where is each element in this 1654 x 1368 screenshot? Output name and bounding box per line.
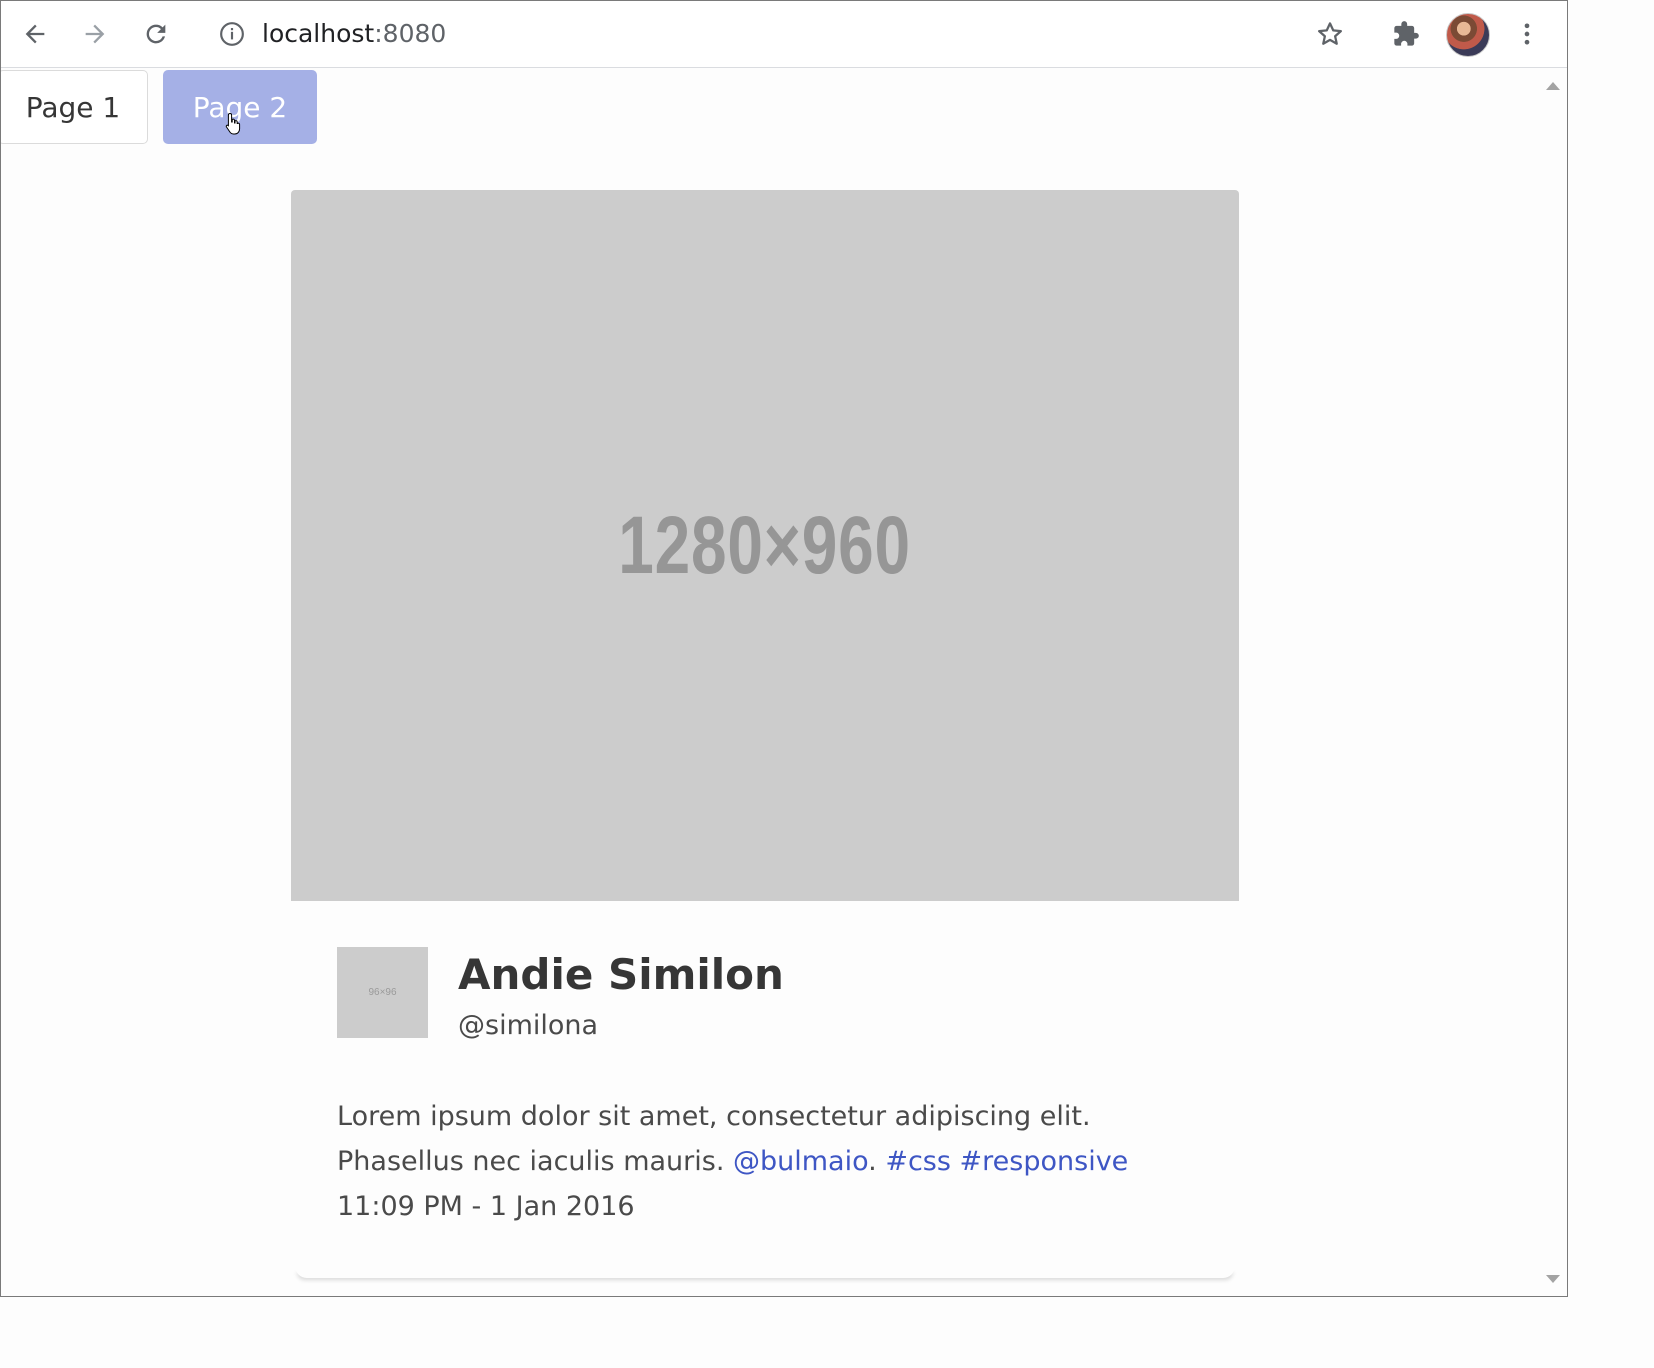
card-image-placeholder: 1280×960 xyxy=(291,190,1239,901)
mention-link[interactable]: @bulmaio xyxy=(733,1146,868,1177)
post-content: Lorem ipsum dolor sit amet, consectetur … xyxy=(337,1094,1197,1229)
reload-icon[interactable] xyxy=(136,14,176,54)
forward-arrow-icon[interactable] xyxy=(75,14,115,54)
post-timestamp: 11:09 PM - 1 Jan 2016 xyxy=(337,1191,635,1222)
card-image-label: 1280×960 xyxy=(618,499,912,591)
avatar-label: 96×96 xyxy=(368,987,397,998)
user-handle: @similona xyxy=(458,1010,599,1041)
scroll-up-arrow[interactable] xyxy=(1546,82,1560,90)
back-arrow-icon[interactable] xyxy=(15,14,55,54)
scroll-down-arrow[interactable] xyxy=(1546,1275,1560,1283)
user-name: Andie Similon xyxy=(458,950,784,999)
user-avatar-placeholder: 96×96 xyxy=(337,947,428,1038)
post-card: 1280×960 96×96 Andie Similon @similona L… xyxy=(291,190,1239,1222)
mention-period: . xyxy=(868,1146,877,1177)
hand-cursor-icon xyxy=(225,112,241,135)
more-vert-icon[interactable] xyxy=(1507,14,1547,54)
address-bar[interactable]: localhost:8080 xyxy=(262,16,446,52)
hashtag-link-responsive[interactable]: #responsive xyxy=(960,1146,1129,1177)
hashtag-link-css[interactable]: #css xyxy=(885,1146,951,1177)
card-bottom-edge xyxy=(295,1266,1235,1278)
profile-avatar[interactable] xyxy=(1446,13,1490,57)
puzzle-icon[interactable] xyxy=(1386,14,1426,54)
info-icon[interactable] xyxy=(212,14,252,54)
page-1-button[interactable]: Page 1 xyxy=(0,70,148,144)
browser-toolbar: localhost:8080 xyxy=(0,0,1568,68)
star-icon[interactable] xyxy=(1310,14,1350,54)
